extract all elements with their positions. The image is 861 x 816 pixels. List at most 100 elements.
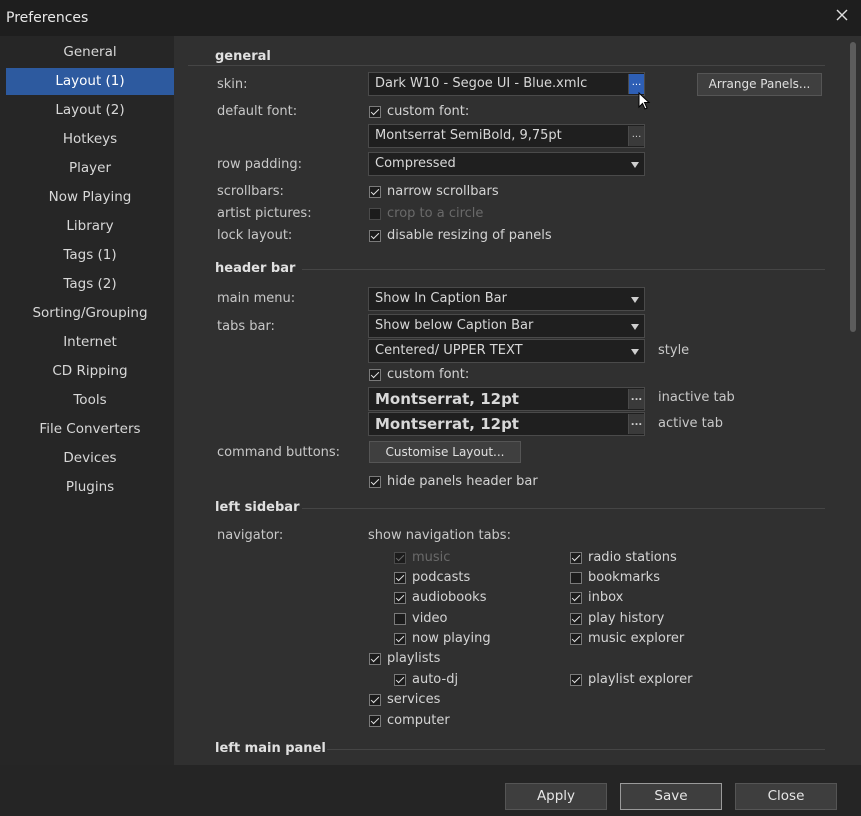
sidebar-item-plugins[interactable]: Plugins (6, 474, 174, 501)
default-font-label: default font: (217, 104, 298, 119)
tab-style-select[interactable]: Centered/ UPPER TEXT (368, 339, 645, 363)
checkbox-label: bookmarks (588, 570, 660, 585)
settings-panel: general skin: Dark W10 - Segoe UI - Blue… (174, 36, 861, 765)
sidebar-item-player[interactable]: Player (6, 155, 174, 182)
skin-value: Dark W10 - Segoe UI - Blue.xmlc (375, 76, 588, 91)
sidebar-item-devices[interactable]: Devices (6, 445, 174, 472)
checkbox-box[interactable] (369, 653, 381, 665)
checkbox-label: crop to a circle (387, 206, 484, 221)
preferences-sidebar: General Layout (1) Layout (2) Hotkeys Pl… (0, 36, 174, 765)
checkbox-label: custom font: (387, 367, 470, 382)
tabs-bar-value: Show below Caption Bar (375, 318, 534, 333)
sidebar-item-cd-ripping[interactable]: CD Ripping (6, 358, 174, 385)
tabs-bar-select[interactable]: Show below Caption Bar (368, 314, 645, 338)
checkbox-box[interactable] (369, 715, 381, 727)
scrollbar-thumb[interactable] (850, 42, 856, 332)
active-tab-font-field[interactable]: Montserrat, 12pt ... (368, 412, 645, 436)
save-button[interactable]: Save (620, 783, 722, 810)
sidebar-item-general[interactable]: General (6, 39, 174, 66)
sidebar-item-layout-2[interactable]: Layout (2) (6, 97, 174, 124)
checkbox-label: playlists (387, 651, 441, 666)
active-tab-font-browse-button[interactable]: ... (628, 414, 644, 434)
checkbox-box (369, 208, 381, 220)
main-menu-value: Show In Caption Bar (375, 291, 507, 306)
skin-browse-button[interactable]: ... (628, 74, 644, 94)
sidebar-item-file-converters[interactable]: File Converters (6, 416, 174, 443)
window-title: Preferences (6, 10, 89, 26)
sidebar-item-tools[interactable]: Tools (6, 387, 174, 414)
sidebar-item-library[interactable]: Library (6, 213, 174, 240)
checkbox-label: playlist explorer (588, 672, 693, 687)
checkbox-box[interactable] (570, 613, 582, 625)
close-button[interactable]: Close (735, 783, 837, 810)
tabs-bar-label: tabs bar: (217, 319, 275, 334)
checkbox-box (394, 552, 406, 564)
sidebar-item-now-playing[interactable]: Now Playing (6, 184, 174, 211)
checkbox-box[interactable] (369, 369, 381, 381)
checkbox-box[interactable] (570, 572, 582, 584)
skin-label: skin: (217, 77, 248, 92)
divider (327, 749, 825, 750)
checkbox-box[interactable] (570, 674, 582, 686)
checkbox-box[interactable] (369, 230, 381, 242)
sidebar-item-tags-1[interactable]: Tags (1) (6, 242, 174, 269)
checkbox-label: auto-dj (412, 672, 459, 687)
scrollbars-label: scrollbars: (217, 184, 284, 199)
sidebar-item-tags-2[interactable]: Tags (2) (6, 271, 174, 298)
sidebar-item-sorting-grouping[interactable]: Sorting/Grouping (6, 300, 174, 327)
section-general-heading: general (215, 49, 271, 64)
row-padding-label: row padding: (217, 157, 302, 172)
checkbox-box[interactable] (394, 592, 406, 604)
checkbox-box[interactable] (394, 613, 406, 625)
checkbox-box[interactable] (570, 592, 582, 604)
apply-button[interactable]: Apply (505, 783, 607, 810)
checkbox-box[interactable] (369, 106, 381, 118)
chevron-down-icon (631, 162, 639, 168)
inactive-tab-font-field[interactable]: Montserrat, 12pt ... (368, 387, 645, 411)
active-tab-label: active tab (658, 416, 723, 431)
checkbox-label: hide panels header bar (387, 474, 538, 489)
section-header-bar-heading: header bar (215, 261, 296, 276)
tab-style-value: Centered/ UPPER TEXT (375, 343, 523, 358)
section-left-main-panel-heading: left main panel (215, 741, 326, 756)
sidebar-item-layout-1[interactable]: Layout (1) (6, 68, 174, 95)
chevron-down-icon (631, 324, 639, 330)
checkbox-label: music explorer (588, 631, 685, 646)
divider (302, 269, 825, 270)
main-menu-select[interactable]: Show In Caption Bar (368, 287, 645, 311)
divider (302, 508, 825, 509)
checkbox-box[interactable] (394, 633, 406, 645)
artist-pictures-label: artist pictures: (217, 206, 312, 221)
checkbox-label: narrow scrollbars (387, 184, 499, 199)
checkbox-box[interactable] (369, 476, 381, 488)
row-padding-value: Compressed (375, 156, 456, 171)
checkbox-label: now playing (412, 631, 491, 646)
skin-field[interactable]: Dark W10 - Segoe UI - Blue.xmlc ... (368, 72, 645, 96)
sidebar-item-hotkeys[interactable]: Hotkeys (6, 126, 174, 153)
checkbox-label: services (387, 692, 441, 707)
default-font-browse-button[interactable]: ... (628, 126, 644, 146)
show-nav-tabs-label: show navigation tabs: (368, 528, 511, 543)
inactive-tab-label: inactive tab (658, 390, 735, 405)
sidebar-item-internet[interactable]: Internet (6, 329, 174, 356)
row-padding-select[interactable]: Compressed (368, 152, 645, 176)
inactive-tab-font-browse-button[interactable]: ... (628, 389, 644, 409)
default-font-field[interactable]: Montserrat SemiBold, 9,75pt ... (368, 124, 645, 148)
arrange-panels-button[interactable]: Arrange Panels... (697, 73, 822, 96)
checkbox-box[interactable] (570, 552, 582, 564)
checkbox-box[interactable] (369, 694, 381, 706)
section-left-sidebar-heading: left sidebar (215, 500, 300, 515)
active-tab-font-value: Montserrat, 12pt (375, 415, 519, 433)
checkbox-label: audiobooks (412, 590, 487, 605)
checkbox-box[interactable] (394, 674, 406, 686)
dialog-footer: Apply Save Close (0, 765, 861, 816)
checkbox-box[interactable] (570, 633, 582, 645)
checkbox-label: music (412, 550, 451, 565)
checkbox-box[interactable] (394, 572, 406, 584)
title-bar: Preferences (0, 0, 861, 36)
checkbox-box[interactable] (369, 186, 381, 198)
inactive-tab-font-value: Montserrat, 12pt (375, 390, 519, 408)
checkbox-label: play history (588, 611, 665, 626)
customise-layout-button[interactable]: Customise Layout... (369, 441, 521, 463)
close-icon[interactable] (831, 6, 853, 26)
